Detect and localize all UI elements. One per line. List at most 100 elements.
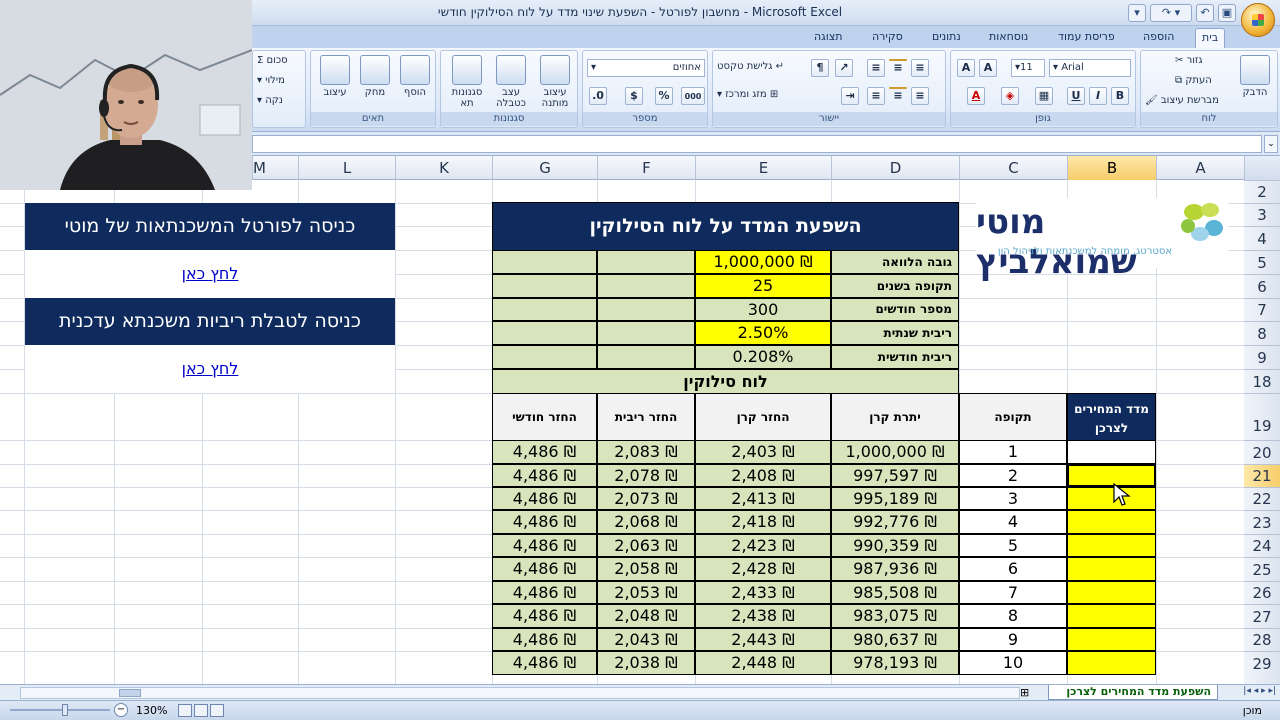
period-cell[interactable]: 3 [959,487,1067,510]
row-header-7[interactable]: 7 [1244,298,1280,321]
principal-cell[interactable]: 2,433 ₪ [695,581,831,604]
param-empty-cell[interactable] [492,345,597,369]
param-empty-cell[interactable] [492,298,597,321]
worksheet-grid[interactable]: מוטי שמואלביץ אסטרטג, מומחה למשכנתאות ול… [0,180,1244,684]
insert-button[interactable]: הוסף [395,55,435,98]
currency-button[interactable]: $ [625,87,643,105]
balance-cell[interactable]: 995,189 ₪ [831,487,959,510]
monthly-cell[interactable]: 4,486 ₪ [492,581,597,604]
param-value[interactable]: 0.208% [695,345,831,369]
customize-qat-icon[interactable]: ▾ [1128,4,1146,22]
zoom-slider-thumb[interactable] [62,704,68,716]
format-as-table-button[interactable]: עצב כטבלה [491,55,531,109]
cpi-input-cell[interactable] [1067,604,1156,628]
page-layout-view-icon[interactable] [194,704,208,717]
row-header-18[interactable]: 18 [1244,369,1280,393]
row-header-19[interactable]: 19 [1244,393,1280,440]
conditional-format-button[interactable]: עיצוב מותנה [535,55,575,109]
balance-cell[interactable]: 997,597 ₪ [831,464,959,487]
number-format-combo[interactable]: ▾ אחוזים [587,59,705,77]
principal-cell[interactable]: 2,413 ₪ [695,487,831,510]
shrink-font-button[interactable]: A [957,59,975,77]
row-header-6[interactable]: 6 [1244,274,1280,298]
merge-center-button[interactable]: ▾ מזג ומרכז ⊞ [717,89,778,100]
font-size-combo[interactable]: ▾11 [1011,59,1045,77]
column-header-f[interactable]: F [597,156,695,180]
cell-styles-button[interactable]: סגנונות תא [447,55,487,109]
tab-data[interactable]: נתונים [926,28,967,48]
column-header-k[interactable]: K [395,156,492,180]
indent-increase-button[interactable]: ⇥ [841,87,859,105]
param-value[interactable]: 300 [695,298,831,321]
balance-cell[interactable]: 980,637 ₪ [831,628,959,651]
row-header-29[interactable]: 29 [1244,651,1280,684]
undo-icon[interactable]: ↶ [1196,4,1214,22]
row-header-21[interactable]: 21 [1244,464,1280,487]
param-label[interactable]: תקופה בשנים [831,274,959,298]
interest-cell[interactable]: 2,043 ₪ [597,628,695,651]
format-painter-button[interactable]: 🖌 מברשת עיצוב [1145,95,1219,106]
align-bottom-button[interactable]: ≡ [867,59,885,77]
interest-cell[interactable]: 2,058 ₪ [597,557,695,581]
balance-cell[interactable]: 990,359 ₪ [831,534,959,557]
interest-cell[interactable]: 2,068 ₪ [597,510,695,534]
clear-button[interactable]: ▾ נקה [257,95,283,106]
monthly-cell[interactable]: 4,486 ₪ [492,487,597,510]
expand-formula-icon[interactable]: ⌄ [1264,135,1278,153]
insert-sheet-icon[interactable]: ⊞ [1020,686,1029,699]
monthly-cell[interactable]: 4,486 ₪ [492,628,597,651]
param-label[interactable]: ריבית חודשית [831,345,959,369]
align-left-button[interactable]: ≡ [867,87,885,105]
cut-button[interactable]: ✂ גזור [1175,55,1203,66]
office-button[interactable] [1241,3,1275,37]
balance-cell[interactable]: 983,075 ₪ [831,604,959,628]
interest-cell[interactable]: 2,053 ₪ [597,581,695,604]
bold-button[interactable]: B [1111,87,1129,105]
row-header-9[interactable]: 9 [1244,345,1280,369]
interest-cell[interactable]: 2,048 ₪ [597,604,695,628]
paste-button[interactable]: הדבק [1235,55,1275,98]
orientation-button[interactable]: ↗ [835,59,853,77]
row-header-4[interactable]: 4 [1244,226,1280,250]
principal-cell[interactable]: 2,443 ₪ [695,628,831,651]
param-empty-cell[interactable] [597,298,695,321]
tab-page-layout[interactable]: פריסת עמוד [1052,28,1121,48]
interest-cell[interactable]: 2,083 ₪ [597,440,695,464]
cpi-input-cell[interactable] [1067,557,1156,581]
tab-formulas[interactable]: נוסחאות [983,28,1034,48]
principal-cell[interactable]: 2,408 ₪ [695,464,831,487]
principal-cell[interactable]: 2,438 ₪ [695,604,831,628]
italic-button[interactable]: I [1089,87,1107,105]
normal-view-icon[interactable] [178,704,192,717]
column-header-e[interactable]: E [695,156,831,180]
param-label[interactable]: גובה הלוואה [831,250,959,274]
column-header-m[interactable]: M [252,156,298,180]
align-middle-button[interactable]: ≡ [889,59,907,74]
row-header-27[interactable]: 27 [1244,604,1280,628]
row-header-25[interactable]: 25 [1244,557,1280,581]
balance-cell[interactable]: 987,936 ₪ [831,557,959,581]
cpi-input-cell[interactable] [1067,534,1156,557]
formula-input[interactable] [252,135,1262,153]
align-center-button[interactable]: ≡ [889,87,907,102]
page-break-view-icon[interactable] [210,704,224,717]
sheet-nav-icon[interactable]: |◂ ◂ ▸ ▸| [1243,686,1276,696]
interest-cell[interactable]: 2,078 ₪ [597,464,695,487]
row-header-28[interactable]: 28 [1244,628,1280,651]
cpi-input-cell[interactable] [1067,510,1156,534]
principal-cell[interactable]: 2,403 ₪ [695,440,831,464]
column-header-b[interactable]: B [1067,156,1156,180]
monthly-cell[interactable]: 4,486 ₪ [492,557,597,581]
row-header-22[interactable]: 22 [1244,487,1280,510]
portal-link[interactable]: לחץ כאן [25,250,395,298]
balance-cell[interactable]: 985,508 ₪ [831,581,959,604]
interest-cell[interactable]: 2,073 ₪ [597,487,695,510]
param-value[interactable]: 1,000,000 ₪ [695,250,831,274]
row-header-20[interactable]: 20 [1244,440,1280,464]
period-cell[interactable]: 1 [959,440,1067,464]
decimal-button[interactable]: .0 [589,87,607,105]
param-empty-cell[interactable] [597,345,695,369]
row-header-3[interactable]: 3 [1244,203,1280,226]
monthly-cell[interactable]: 4,486 ₪ [492,440,597,464]
param-empty-cell[interactable] [597,274,695,298]
